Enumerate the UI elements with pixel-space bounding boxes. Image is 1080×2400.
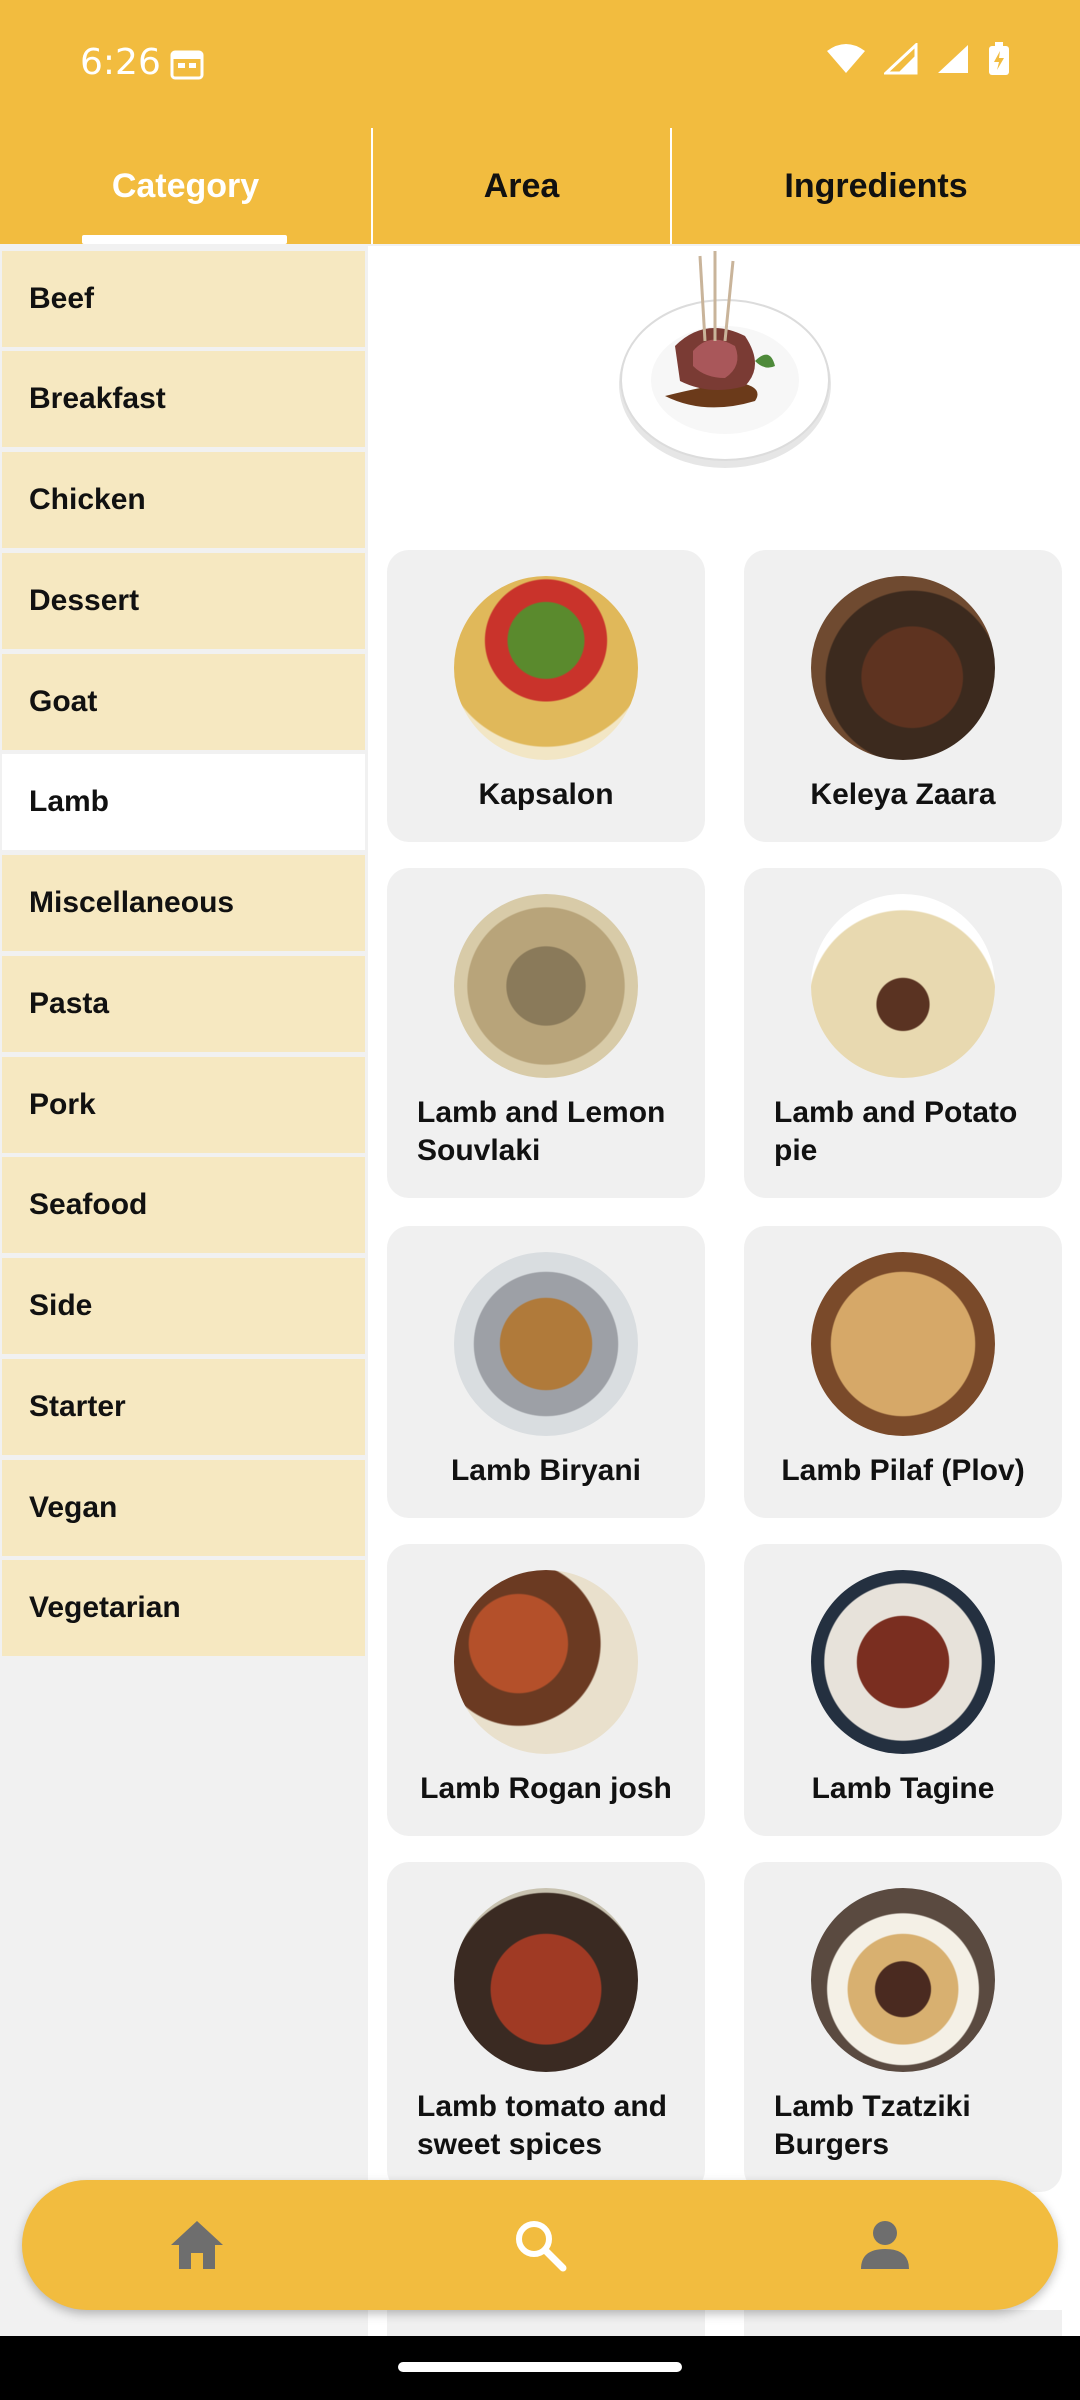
bottom-navigation — [22, 2180, 1058, 2310]
category-label: Side — [29, 1289, 93, 1322]
meal-card-lamb-rogan-josh[interactable]: Lamb Rogan josh — [387, 1544, 705, 1836]
meal-card-lamb-tagine[interactable]: Lamb Tagine — [744, 1544, 1062, 1836]
meal-card-lamb-pilaf-plov[interactable]: Lamb Pilaf (Plov) — [744, 1226, 1062, 1518]
meal-thumbnail — [811, 1888, 995, 2072]
category-label: Vegetarian — [29, 1591, 181, 1624]
category-item-vegan[interactable]: Vegan — [2, 1460, 365, 1556]
meal-card-lamb-and-lemon-souvlaki[interactable]: Lamb and Lemon Souvlaki — [387, 868, 705, 1198]
meal-name: Lamb and Potato pie — [774, 1096, 1018, 1167]
cell-signal-icon — [938, 45, 968, 73]
battery-charging-icon — [989, 42, 1009, 75]
tab-category[interactable]: Category — [0, 128, 371, 244]
category-item-dessert[interactable]: Dessert — [2, 553, 365, 649]
meal-card-lamb-biryani[interactable]: Lamb Biryani — [387, 1226, 705, 1518]
tab-area[interactable]: Area — [371, 128, 670, 244]
meal-name: Lamb Tzatziki Burgers — [774, 2090, 971, 2161]
category-label: Dessert — [29, 584, 140, 617]
meal-thumbnail — [811, 576, 995, 760]
category-label: Vegan — [29, 1491, 118, 1524]
nav-home-button[interactable] — [162, 2210, 232, 2280]
home-gesture-pill[interactable] — [398, 2362, 682, 2372]
tab-bar: Category Area Ingredients — [0, 128, 1080, 244]
meal-name: Lamb and Lemon Souvlaki — [417, 1096, 666, 1167]
category-label: Beef — [29, 282, 95, 315]
tab-ingredients[interactable]: Ingredients — [670, 128, 1080, 244]
status-time: 6:26 — [80, 42, 161, 83]
meal-name: Lamb Tagine — [811, 1772, 995, 1805]
category-label: Pork — [29, 1088, 96, 1121]
category-label: Lamb — [29, 785, 110, 818]
meal-card-keleya-zaara[interactable]: Keleya Zaara — [744, 550, 1062, 842]
meal-name: Lamb Rogan josh — [420, 1772, 672, 1805]
category-item-pork[interactable]: Pork — [2, 1057, 365, 1153]
meal-thumbnail — [811, 1570, 995, 1754]
category-item-chicken[interactable]: Chicken — [2, 452, 365, 548]
meal-thumbnail — [811, 894, 995, 1078]
category-item-miscellaneous[interactable]: Miscellaneous — [2, 855, 365, 951]
meal-thumbnail — [454, 1888, 638, 2072]
category-item-vegetarian[interactable]: Vegetarian — [2, 1560, 365, 1656]
meal-grid: Kapsalon Keleya Zaara Lamb and Lemon Sou… — [368, 246, 1080, 2336]
meal-card-lamb-tzatziki-burgers[interactable]: Lamb Tzatziki Burgers — [744, 1862, 1062, 2192]
meal-name: Lamb tomato and sweet spices — [417, 2090, 668, 2161]
meal-thumbnail — [811, 1252, 995, 1436]
category-label: Starter — [29, 1390, 126, 1423]
person-icon — [861, 2221, 909, 2269]
tab-label: Ingredients — [784, 166, 968, 205]
category-item-lamb[interactable]: Lamb — [2, 754, 365, 850]
cell-signal-icon — [884, 43, 918, 75]
category-item-seafood[interactable]: Seafood — [2, 1157, 365, 1253]
meal-card-lamb-and-potato-pie[interactable]: Lamb and Potato pie — [744, 868, 1062, 1198]
category-item-starter[interactable]: Starter — [2, 1359, 365, 1455]
meal-card-partial[interactable] — [744, 2310, 1062, 2336]
tab-label: Category — [111, 166, 260, 205]
meal-name: Lamb Biryani — [450, 1454, 642, 1487]
meal-thumbnail — [454, 576, 638, 760]
system-navigation-bar — [0, 2336, 1080, 2400]
nav-profile-button[interactable] — [850, 2210, 920, 2280]
category-label: Goat — [29, 685, 98, 718]
category-item-beef[interactable]: Beef — [2, 251, 365, 347]
wifi-icon — [827, 44, 865, 73]
meal-thumbnail — [454, 894, 638, 1078]
category-list: Beef Breakfast Chicken Dessert Goat Lamb… — [0, 246, 368, 2400]
meal-name: Lamb Pilaf (Plov) — [781, 1454, 1025, 1487]
meal-thumbnail — [454, 1570, 638, 1754]
category-label: Miscellaneous — [29, 886, 235, 919]
meal-card-partial[interactable] — [387, 2310, 705, 2336]
meal-card-lamb-tomato-and-sweet-spices[interactable]: Lamb tomato and sweet spices — [387, 1862, 705, 2192]
category-label: Breakfast — [29, 382, 166, 415]
meal-name: Keleya Zaara — [810, 778, 996, 811]
meal-name: Kapsalon — [478, 778, 614, 811]
category-item-goat[interactable]: Goat — [2, 654, 365, 750]
home-icon — [171, 2221, 223, 2269]
category-label: Pasta — [29, 987, 110, 1020]
category-item-breakfast[interactable]: Breakfast — [2, 351, 365, 447]
meal-card-kapsalon[interactable]: Kapsalon — [387, 550, 705, 842]
calendar-icon — [170, 50, 204, 80]
tab-label: Area — [483, 166, 560, 205]
status-bar: 6:26 — [0, 0, 1080, 128]
category-item-pasta[interactable]: Pasta — [2, 956, 365, 1052]
meal-thumbnail — [454, 1252, 638, 1436]
category-label: Chicken — [29, 483, 146, 516]
category-image — [619, 251, 831, 468]
category-label: Seafood — [29, 1188, 148, 1221]
nav-search-button[interactable] — [505, 2210, 575, 2280]
category-item-side[interactable]: Side — [2, 1258, 365, 1354]
tab-indicator — [82, 235, 287, 244]
search-icon — [516, 2221, 567, 2272]
